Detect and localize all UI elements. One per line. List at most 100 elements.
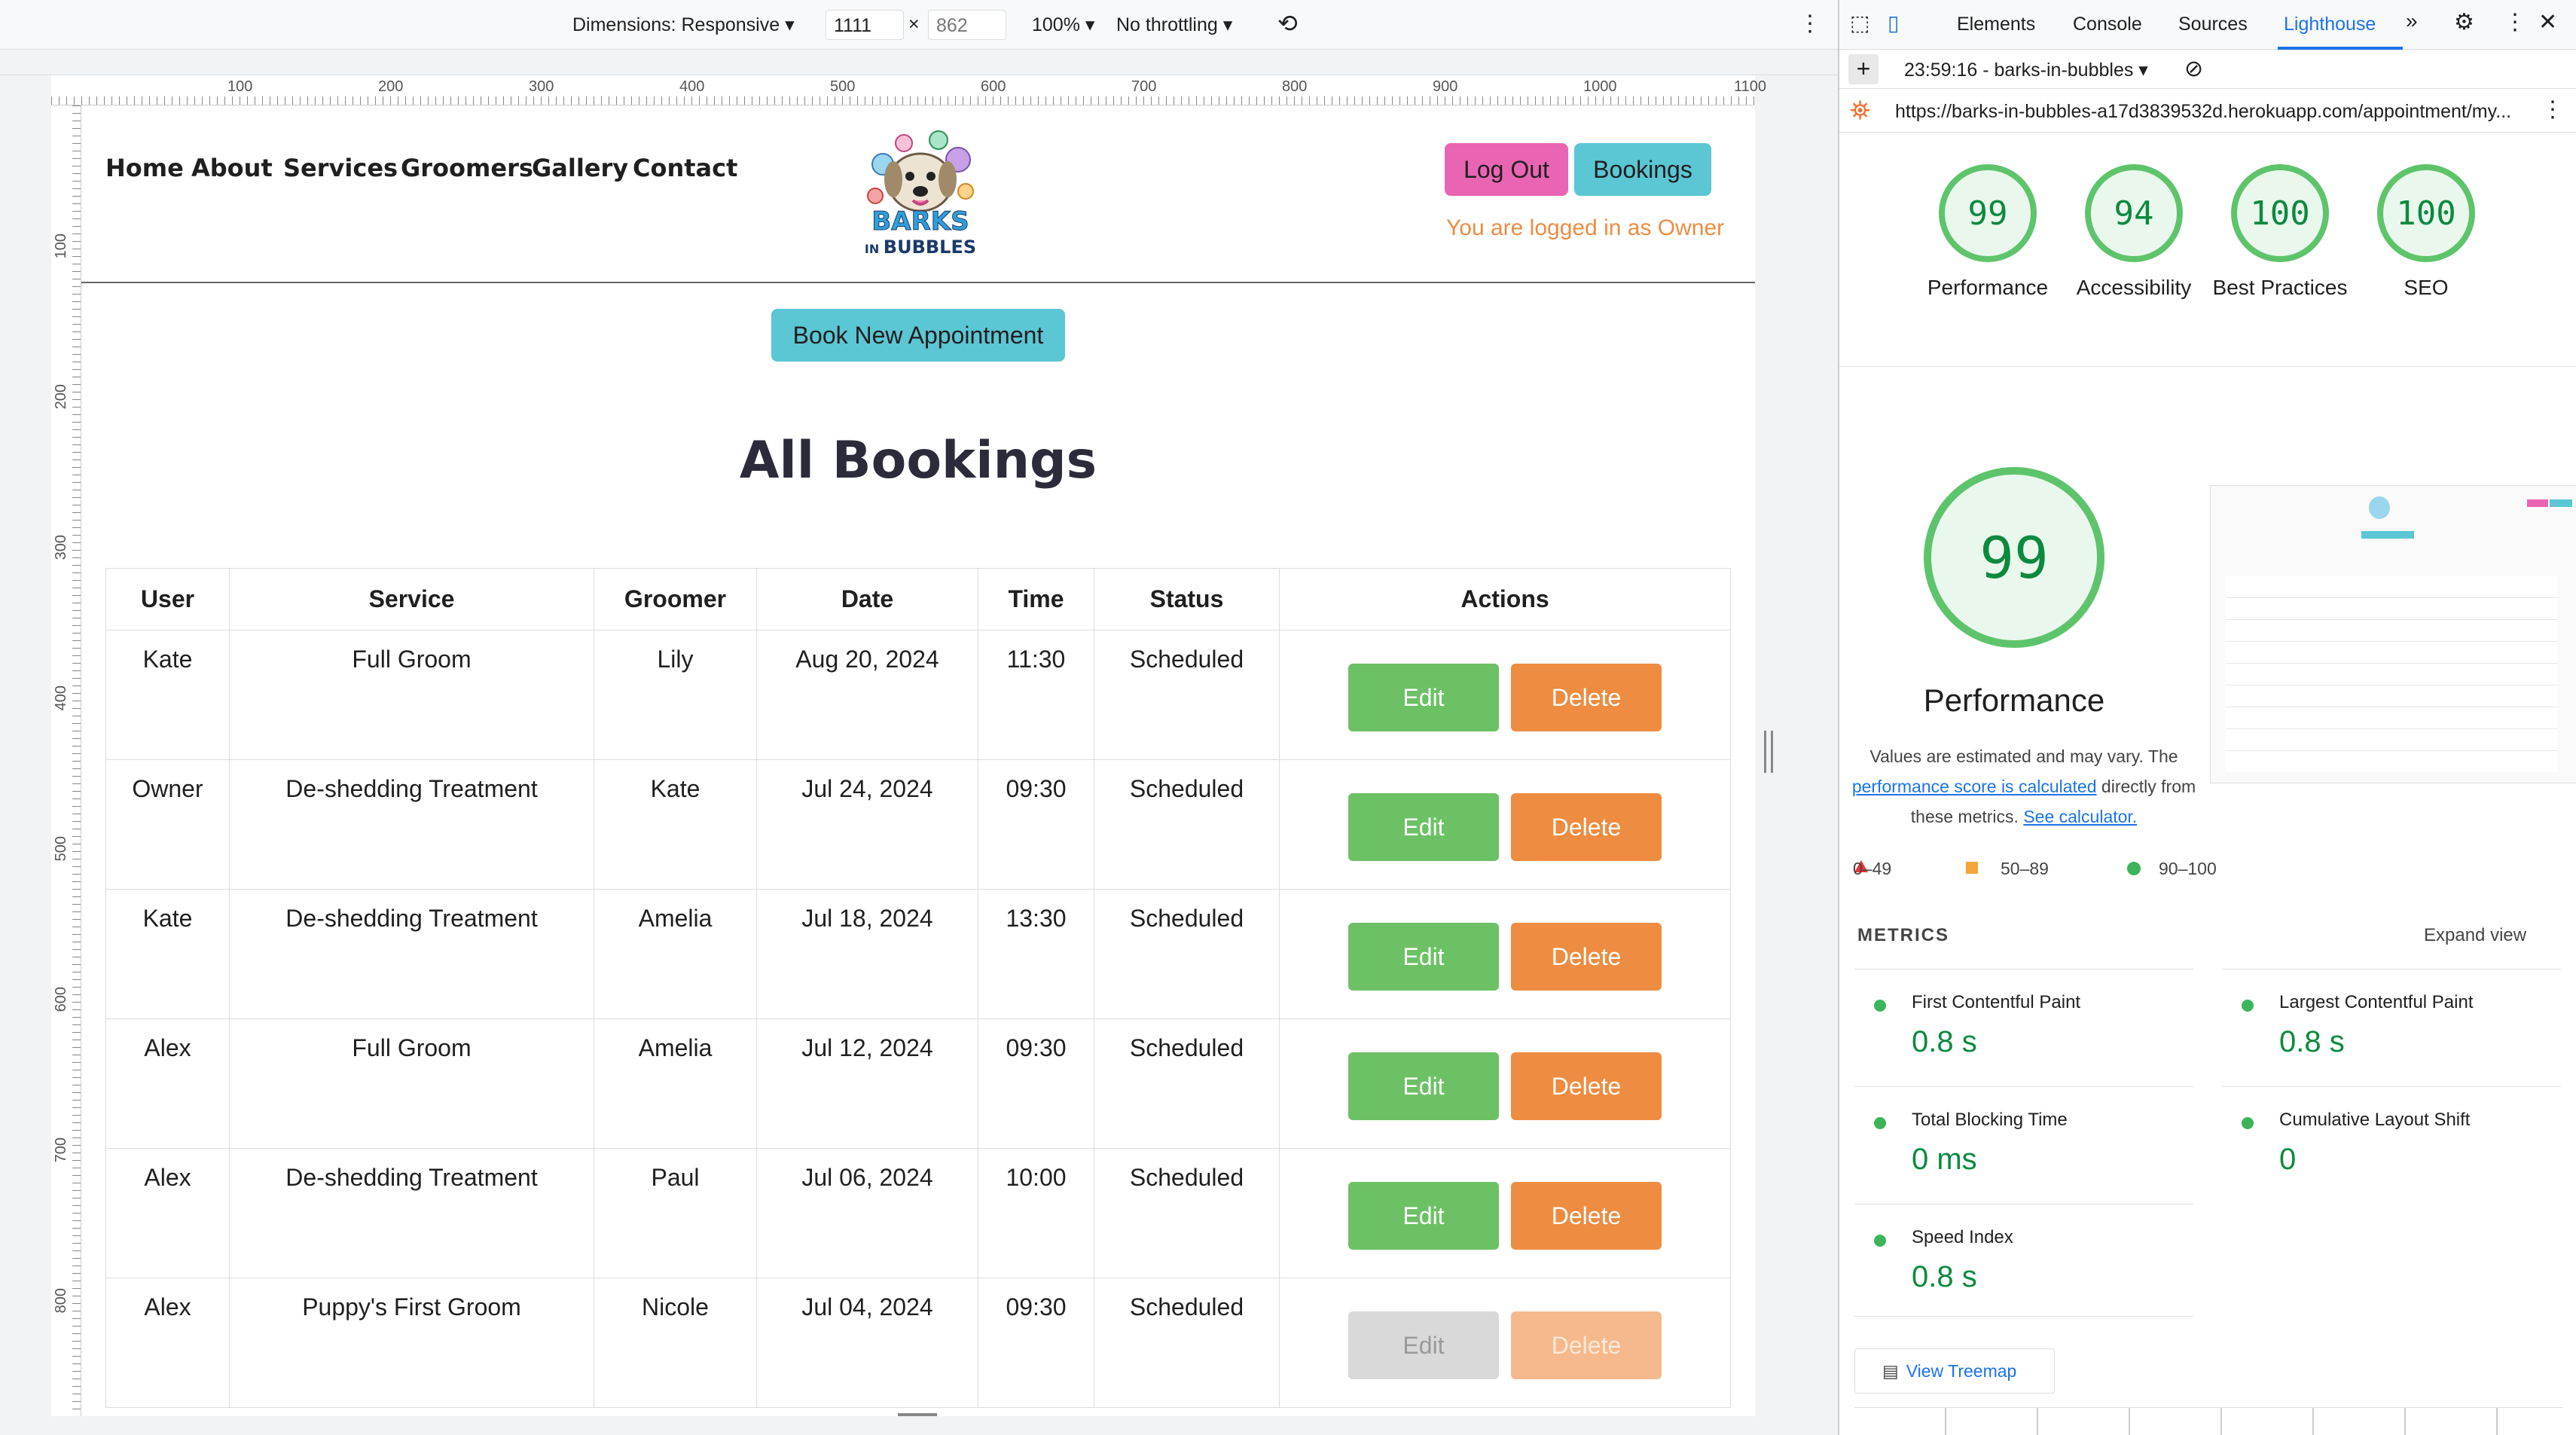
bookings-table: User Service Groomer Date Time Status Ac…	[105, 568, 1731, 1408]
best-practices-gauge[interactable]: 100	[2231, 164, 2329, 262]
nav-about[interactable]: About	[191, 154, 273, 182]
cell-date: Jul 24, 2024	[756, 759, 978, 890]
nav-contact[interactable]: Contact	[633, 154, 737, 182]
clear-icon[interactable]: ⊘	[2184, 56, 2203, 82]
row-actions: Edit Delete	[1280, 1293, 1730, 1379]
nav-gallery[interactable]: Gallery	[532, 154, 628, 182]
metric-label: Cumulative Layout Shift	[2279, 1110, 2471, 1130]
right-gutter	[1755, 75, 1838, 1435]
url-menu-icon[interactable]: ⋮	[2541, 96, 2564, 123]
cell-user: Kate	[105, 630, 230, 760]
view-treemap-button[interactable]: ▤ View Treemap	[1854, 1348, 2055, 1394]
cell-date: Jul 04, 2024	[756, 1278, 978, 1408]
cell-service: Full Groom	[229, 1018, 594, 1149]
resize-handle[interactable]	[1764, 731, 1773, 773]
rotate-icon[interactable]: ⟲	[1277, 9, 1298, 38]
nav-services[interactable]: Services	[283, 154, 398, 182]
tab-elements[interactable]: Elements	[1957, 14, 2035, 35]
edit-button[interactable]: Edit	[1348, 664, 1499, 731]
throttling-dropdown[interactable]: No throttling ▾	[1116, 14, 1232, 36]
cell-user: Alex	[105, 1018, 230, 1149]
nav-groomers[interactable]: Groomers	[401, 154, 533, 182]
cell-time: 11:30	[978, 630, 1094, 760]
tab-sources[interactable]: Sources	[2178, 14, 2248, 35]
report-selector[interactable]: 23:59:16 - barks-in-bubbles ▾	[1904, 59, 2148, 81]
more-tabs-icon[interactable]: »	[2406, 9, 2418, 33]
calculator-link[interactable]: See calculator.	[2023, 807, 2137, 826]
filmstrip	[1854, 1407, 2562, 1435]
row-actions: Edit Delete	[1280, 1164, 1730, 1250]
report-url: https://barks-in-bubbles-a17d3839532d.he…	[1895, 101, 2512, 122]
ruler-label: 400	[679, 78, 705, 95]
close-icon[interactable]: ✕	[2538, 9, 2557, 35]
cell-date: Jul 18, 2024	[756, 889, 978, 1019]
edit-button[interactable]: Edit	[1348, 793, 1499, 861]
seo-gauge[interactable]: 100	[2377, 164, 2475, 262]
gear-icon[interactable]: ⚙	[2454, 9, 2474, 35]
more-options-icon[interactable]: ⋮	[1799, 11, 1821, 37]
performance-gauge[interactable]: 99	[1939, 164, 2037, 262]
accessibility-gauge[interactable]: 94	[2085, 164, 2183, 262]
inspect-element-icon[interactable]: ⬚	[1850, 11, 1869, 35]
cell-user: Alex	[105, 1148, 230, 1278]
legend-fail: 0–49	[1853, 859, 1892, 878]
ruler-label: 500	[830, 78, 856, 95]
delete-button[interactable]: Delete	[1511, 1052, 1662, 1120]
dimensions-dropdown[interactable]: Dimensions: Responsive ▾	[572, 14, 795, 36]
score-calc-link[interactable]: performance score is calculated	[1852, 777, 2097, 796]
edit-button[interactable]: Edit	[1348, 923, 1499, 991]
height-input[interactable]: 862	[928, 10, 1006, 40]
row-actions: Edit Delete	[1280, 646, 1730, 731]
table-row: Kate Full Groom Lily Aug 20, 2024 11:30 Sched…	[105, 630, 1731, 760]
book-new-appointment-button[interactable]: Book New Appointment	[771, 309, 1065, 362]
ruler-label: 200	[53, 384, 69, 410]
edit-button[interactable]: Edit	[1348, 1052, 1499, 1120]
zoom-dropdown[interactable]: 100% ▾	[1032, 14, 1094, 36]
expand-view-toggle[interactable]: Expand view	[2424, 925, 2526, 946]
site-logo[interactable]: BARKS IN BUBBLES	[860, 127, 981, 262]
logo-text-in: IN	[864, 242, 880, 256]
thumb-logo	[2369, 496, 2390, 519]
row-actions: Edit Delete	[1280, 775, 1730, 861]
header-groomer: Groomer	[594, 568, 757, 630]
delete-button[interactable]: Delete	[1511, 923, 1662, 991]
tab-console[interactable]: Console	[2073, 14, 2142, 35]
devtools-tabbar: ⬚ ▯ Elements Console Sources Lighthouse …	[1839, 0, 2576, 50]
more-options-icon[interactable]: ⋮	[2504, 9, 2526, 35]
bookings-button[interactable]: Bookings	[1574, 143, 1711, 196]
cell-time: 13:30	[978, 889, 1094, 1019]
delete-button[interactable]: Delete	[1511, 664, 1662, 731]
lighthouse-toolbar: + 23:59:16 - barks-in-bubbles ▾ ⊘	[1839, 50, 2576, 89]
width-input[interactable]: 1111	[826, 10, 904, 40]
tab-lighthouse[interactable]: Lighthouse	[2284, 14, 2376, 35]
cell-actions: Edit Delete	[1279, 1278, 1731, 1408]
table-body: Kate Full Groom Lily Aug 20, 2024 11:30 Sched…	[105, 630, 1731, 1408]
accessibility-label: Accessibility	[2076, 276, 2192, 299]
plus-icon[interactable]: +	[1848, 54, 1879, 84]
ruler-label: 400	[53, 685, 69, 711]
media-query-bar	[0, 50, 1838, 75]
ruler-label: 100	[53, 234, 69, 259]
cell-actions: Edit Delete	[1279, 1018, 1731, 1149]
ruler-label: 200	[378, 78, 404, 95]
metric-lcp: Largest Contentful Paint 0.8 s	[2222, 969, 2561, 1082]
ruler-label: 300	[529, 78, 554, 95]
nav-home[interactable]: Home	[105, 154, 184, 182]
pass-dot-icon	[1874, 1117, 1886, 1129]
edit-button[interactable]: Edit	[1348, 1182, 1499, 1250]
ruler-label: 100	[227, 78, 253, 95]
table-row: Kate De-shedding Treatment Amelia Jul 18, 2…	[105, 889, 1731, 1019]
device-toggle-icon[interactable]: ▯	[1888, 11, 1899, 35]
cell-status: Scheduled	[1094, 1018, 1280, 1149]
cell-actions: Edit Delete	[1279, 630, 1731, 760]
delete-button[interactable]: Delete	[1511, 1182, 1662, 1250]
page-screenshot-thumbnail[interactable]	[2210, 485, 2576, 783]
delete-button[interactable]: Delete	[1511, 793, 1662, 861]
metric-label: Speed Index	[1912, 1227, 2013, 1247]
cell-groomer: Kate	[594, 759, 757, 890]
logout-button[interactable]: Log Out	[1445, 143, 1568, 196]
edit-button: Edit	[1348, 1311, 1499, 1379]
thumb-table	[2226, 576, 2557, 772]
big-performance-label: Performance	[1923, 682, 2105, 718]
treemap-icon: ▤	[1882, 1360, 1899, 1381]
